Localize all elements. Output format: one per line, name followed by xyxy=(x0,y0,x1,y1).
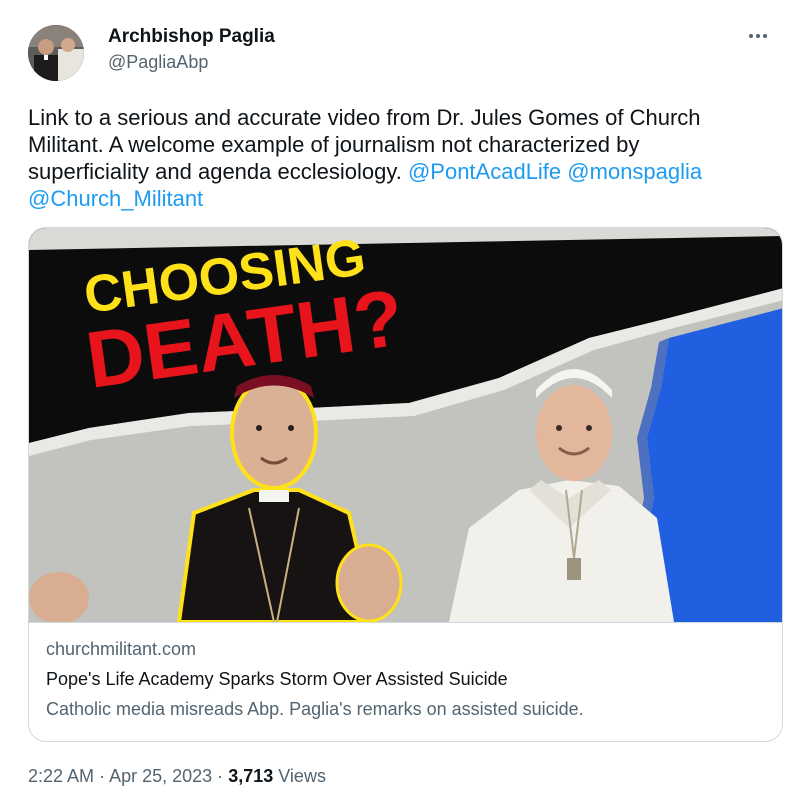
meta-separator: · xyxy=(217,766,224,786)
tweet-text-line: Link to a serious and accurate video fro… xyxy=(28,105,701,130)
avatar[interactable] xyxy=(28,25,84,81)
card-info[interactable]: churchmilitant.com Pope's Life Academy S… xyxy=(29,622,782,741)
tweet-time[interactable]: 2:22 AM xyxy=(28,766,94,786)
tweet-text: Link to a serious and accurate video fro… xyxy=(28,104,768,212)
mention-link-monspaglia[interactable]: @monspaglia xyxy=(567,159,702,184)
card-image[interactable]: CHOOSING DEATH? xyxy=(29,228,782,622)
card-title: Pope's Life Academy Sparks Storm Over As… xyxy=(46,669,508,689)
tweet-text-line: superficiality and agenda ecclesiology. xyxy=(28,159,402,184)
meta-separator: · xyxy=(99,766,106,786)
author-display-name[interactable]: Archbishop Paglia xyxy=(108,26,275,48)
mention-link-pontacadlife[interactable]: @PontAcadLife xyxy=(408,159,561,184)
tweet-date[interactable]: Apr 25, 2023 xyxy=(109,766,212,786)
views-label[interactable]: Views xyxy=(278,766,326,786)
author-handle[interactable]: @PagliaAbp xyxy=(108,52,208,73)
card-description: Catholic media misreads Abp. Paglia's re… xyxy=(46,699,584,719)
mention-link-church-militant[interactable]: @Church_Militant xyxy=(28,186,203,211)
views-count[interactable]: 3,713 xyxy=(228,766,273,786)
tweet-meta: 2:22 AM · Apr 25, 2023 · 3,713 Views xyxy=(28,766,326,787)
link-preview-card[interactable]: CHOOSING DEATH? churchmilitant.com Pope'… xyxy=(28,227,783,742)
card-domain: churchmilitant.com xyxy=(46,639,197,659)
tweet-text-line: Militant. A welcome example of journalis… xyxy=(28,132,640,157)
ellipsis-icon[interactable] xyxy=(744,22,772,50)
portrait-photo-icon xyxy=(28,25,84,81)
